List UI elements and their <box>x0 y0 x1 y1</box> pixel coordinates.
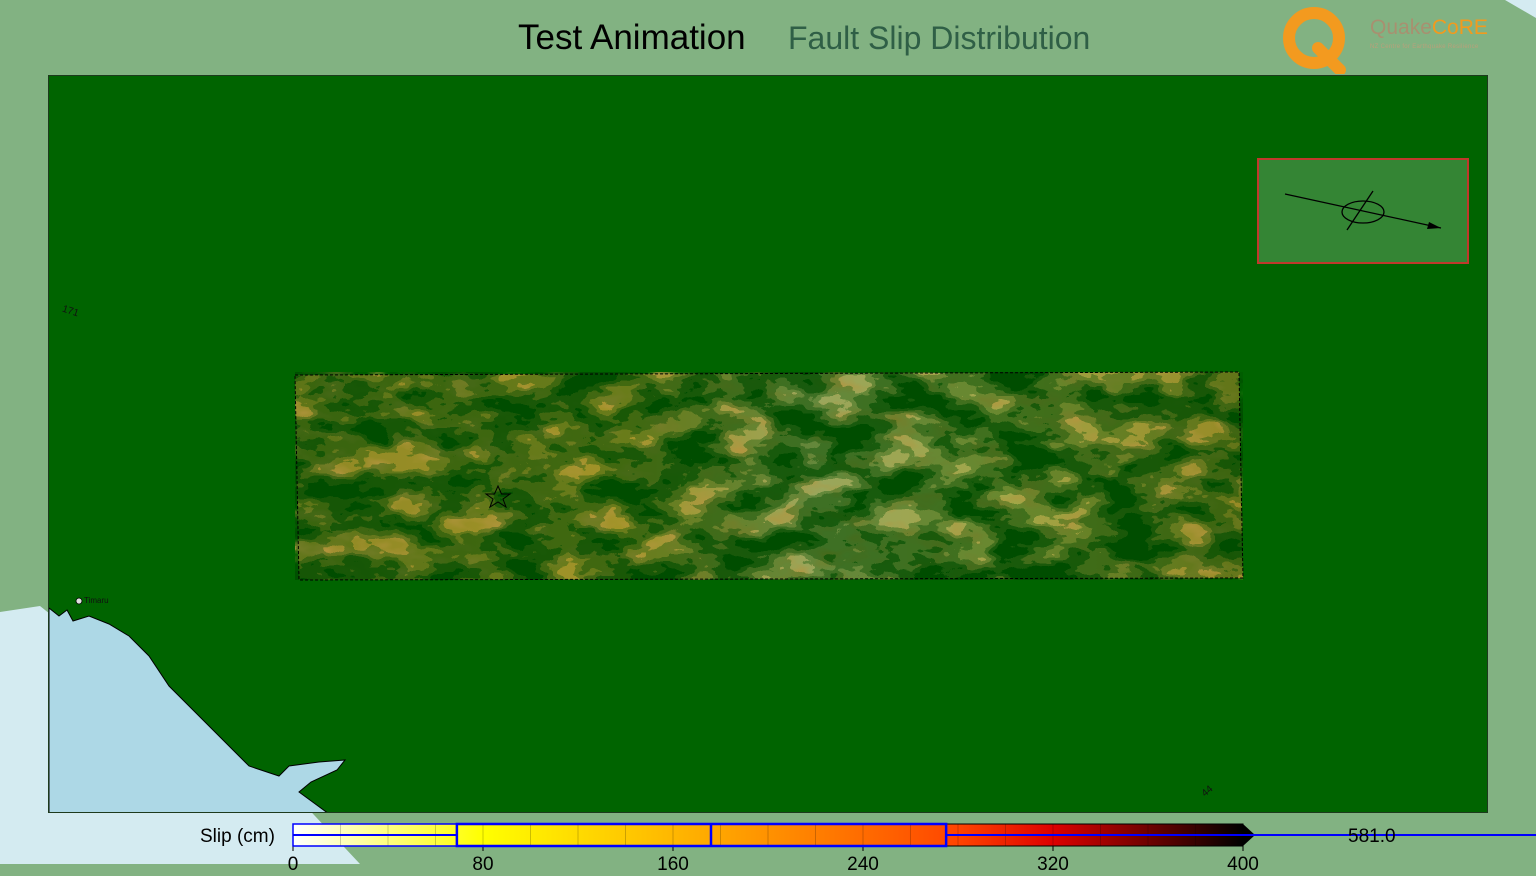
compass-icon <box>1284 190 1442 231</box>
logo-tagline: NZ Centre for Earthquake Resilience <box>1370 44 1479 50</box>
logo-mark-icon <box>1283 7 1346 76</box>
colorbar: Slip (cm) 581.0 0 80 160 240 320 400 <box>0 814 1536 875</box>
colorbar-tick-label: 80 <box>472 854 494 875</box>
colorbar-tick-label: 400 <box>1227 854 1259 875</box>
page-subtitle: Fault Slip Distribution <box>788 20 1091 56</box>
colorbar-max-label: 581.0 <box>1348 826 1396 847</box>
town-label: Timaru <box>84 596 109 605</box>
star-icon <box>484 484 512 508</box>
focal-inset <box>1257 158 1469 264</box>
colorbar-graphic <box>292 822 1536 851</box>
colorbar-tick-label: 240 <box>847 854 879 875</box>
page-title: Test Animation <box>518 18 746 57</box>
quakecore-logo: QuakeCoRE NZ Centre for Earthquake Resil… <box>1278 2 1493 76</box>
colorbar-tick-label: 320 <box>1037 854 1069 875</box>
logo-wordmark: QuakeCoRE <box>1370 16 1488 39</box>
fault-slip-plane <box>294 371 1244 581</box>
colorbar-tick-label: 160 <box>657 854 689 875</box>
colorbar-tick-label: 0 <box>287 854 299 875</box>
town-marker-icon <box>75 597 83 605</box>
